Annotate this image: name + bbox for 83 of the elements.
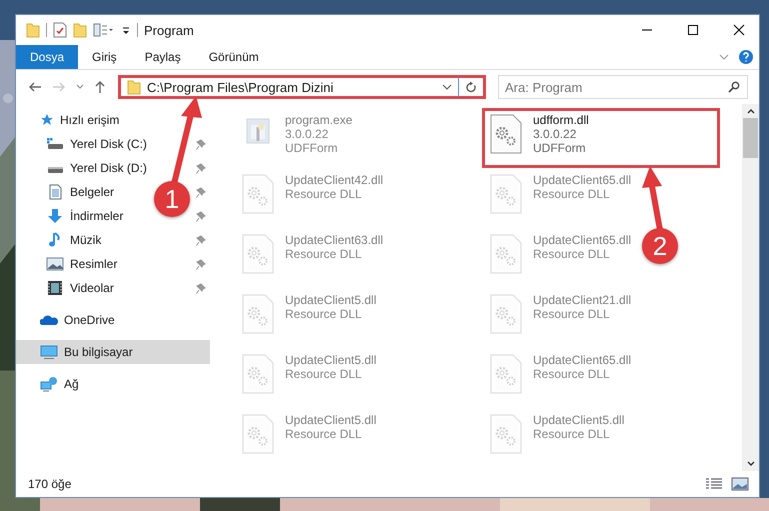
- back-icon[interactable]: [28, 81, 42, 93]
- refresh-icon[interactable]: [465, 80, 477, 94]
- file-name[interactable]: UpdateClient5.dll: [533, 413, 624, 427]
- file-name[interactable]: UpdateClient21.dll: [533, 293, 632, 307]
- pin-icon[interactable]: [196, 258, 206, 270]
- dropdown-caret-icon[interactable]: [442, 83, 452, 91]
- large-icons-view-icon[interactable]: [731, 477, 749, 491]
- address-bar[interactable]: C:\Program Files\Program Dizini: [118, 75, 486, 99]
- picture-icon: [46, 256, 64, 272]
- recent-caret-icon[interactable]: [76, 84, 84, 90]
- sidebar-item[interactable]: Yerel Disk (C:): [46, 137, 147, 151]
- ribbon-tab[interactable]: Paylaş: [130, 45, 195, 69]
- file-name[interactable]: UpdateClient65.dll: [533, 353, 632, 367]
- gear-file-icon[interactable]: [489, 113, 523, 155]
- down-arrow-icon: [46, 208, 64, 224]
- drive-icon: [46, 137, 64, 151]
- folder-icon[interactable]: [26, 22, 40, 38]
- pin-icon[interactable]: [196, 210, 206, 222]
- pin-icon[interactable]: [196, 162, 206, 174]
- file-detail: Resource DLL: [285, 187, 363, 201]
- film-icon: [46, 280, 64, 296]
- file-name[interactable]: UpdateClient63.dll: [285, 233, 384, 247]
- file-detail: Resource DLL: [285, 247, 363, 261]
- up-arrow-icon[interactable]: [94, 80, 106, 94]
- file-name[interactable]: UpdateClient5.dll: [285, 293, 376, 307]
- folder-icon[interactable]: [73, 22, 87, 38]
- window-title: Program: [144, 22, 194, 38]
- folder-icon: [127, 79, 141, 95]
- checklist-icon[interactable]: [53, 22, 67, 38]
- file-detail: Resource DLL: [285, 367, 363, 381]
- sidebar-item[interactable]: Belgeler: [46, 184, 114, 200]
- search-field[interactable]: Ara: Program: [498, 75, 748, 99]
- sidebar-item[interactable]: Yerel Disk (D:): [46, 161, 147, 175]
- ribbon-tab[interactable]: Görünüm: [194, 45, 273, 69]
- ribbon-tab[interactable]: Giriş: [78, 45, 131, 69]
- ribbon-tab[interactable]: Dosya: [16, 45, 78, 69]
- scrollbar[interactable]: [742, 104, 759, 471]
- file-detail: Resource DLL: [285, 307, 363, 321]
- monitor-icon: [40, 344, 58, 360]
- file-detail: 3.0.0.22: [533, 127, 578, 141]
- file-name[interactable]: udfform.dll: [533, 113, 589, 127]
- file-detail: UDFForm: [285, 141, 339, 155]
- address-path: C:\Program Files\Program Dizini: [147, 80, 334, 94]
- file-detail: 3.0.0.22: [285, 127, 330, 141]
- pin-icon[interactable]: [196, 186, 206, 198]
- file-name[interactable]: UpdateClient65.dll: [533, 233, 632, 247]
- file-name[interactable]: program.exe: [285, 113, 352, 127]
- item-count: 170 öğe: [28, 477, 72, 491]
- maximize-icon[interactable]: [687, 24, 699, 36]
- pin-icon[interactable]: [196, 282, 206, 294]
- file-detail: UDFForm: [533, 141, 587, 155]
- help-icon[interactable]: [739, 50, 753, 64]
- sidebar-item[interactable]: Ağ: [40, 376, 79, 392]
- sidebar-item[interactable]: Resimler: [46, 256, 118, 272]
- file-detail: Resource DLL: [533, 187, 611, 201]
- file-item[interactable]: udfform.dll 3.0.0.22 UDFForm: [482, 108, 720, 168]
- star-icon: [40, 113, 54, 127]
- properties-icon[interactable]: [93, 22, 115, 38]
- file-name[interactable]: UpdateClient5.dll: [285, 413, 376, 427]
- sidebar-item[interactable]: Müzik: [46, 232, 102, 248]
- forward-icon[interactable]: [52, 81, 66, 93]
- sidebar-item[interactable]: Videolar: [46, 280, 114, 296]
- file-detail: Resource DLL: [285, 427, 363, 441]
- search-icon[interactable]: [728, 81, 740, 93]
- file-name[interactable]: UpdateClient5.dll: [285, 353, 376, 367]
- close-icon[interactable]: [733, 24, 745, 36]
- chevron-down-icon[interactable]: [719, 53, 729, 61]
- cloud-icon: [40, 314, 58, 326]
- file-name[interactable]: UpdateClient65.dll: [533, 173, 632, 187]
- pin-icon[interactable]: [196, 138, 206, 150]
- file-detail: Resource DLL: [533, 427, 611, 441]
- file-detail: Resource DLL: [533, 367, 611, 381]
- pin-icon[interactable]: [196, 234, 206, 246]
- annotation-arrow: [642, 166, 663, 231]
- sidebar-item[interactable]: İndirmeler: [46, 208, 124, 224]
- file-detail: Resource DLL: [533, 307, 611, 321]
- file-name[interactable]: UpdateClient42.dll: [285, 173, 384, 187]
- network-icon: [40, 376, 58, 392]
- details-view-icon[interactable]: [705, 477, 723, 491]
- sidebar-item[interactable]: Hızlı erişim: [40, 113, 120, 127]
- sidebar-item[interactable]: OneDrive: [40, 313, 115, 327]
- file-detail: Resource DLL: [533, 247, 611, 261]
- scrollbar-thumb[interactable]: [743, 118, 758, 158]
